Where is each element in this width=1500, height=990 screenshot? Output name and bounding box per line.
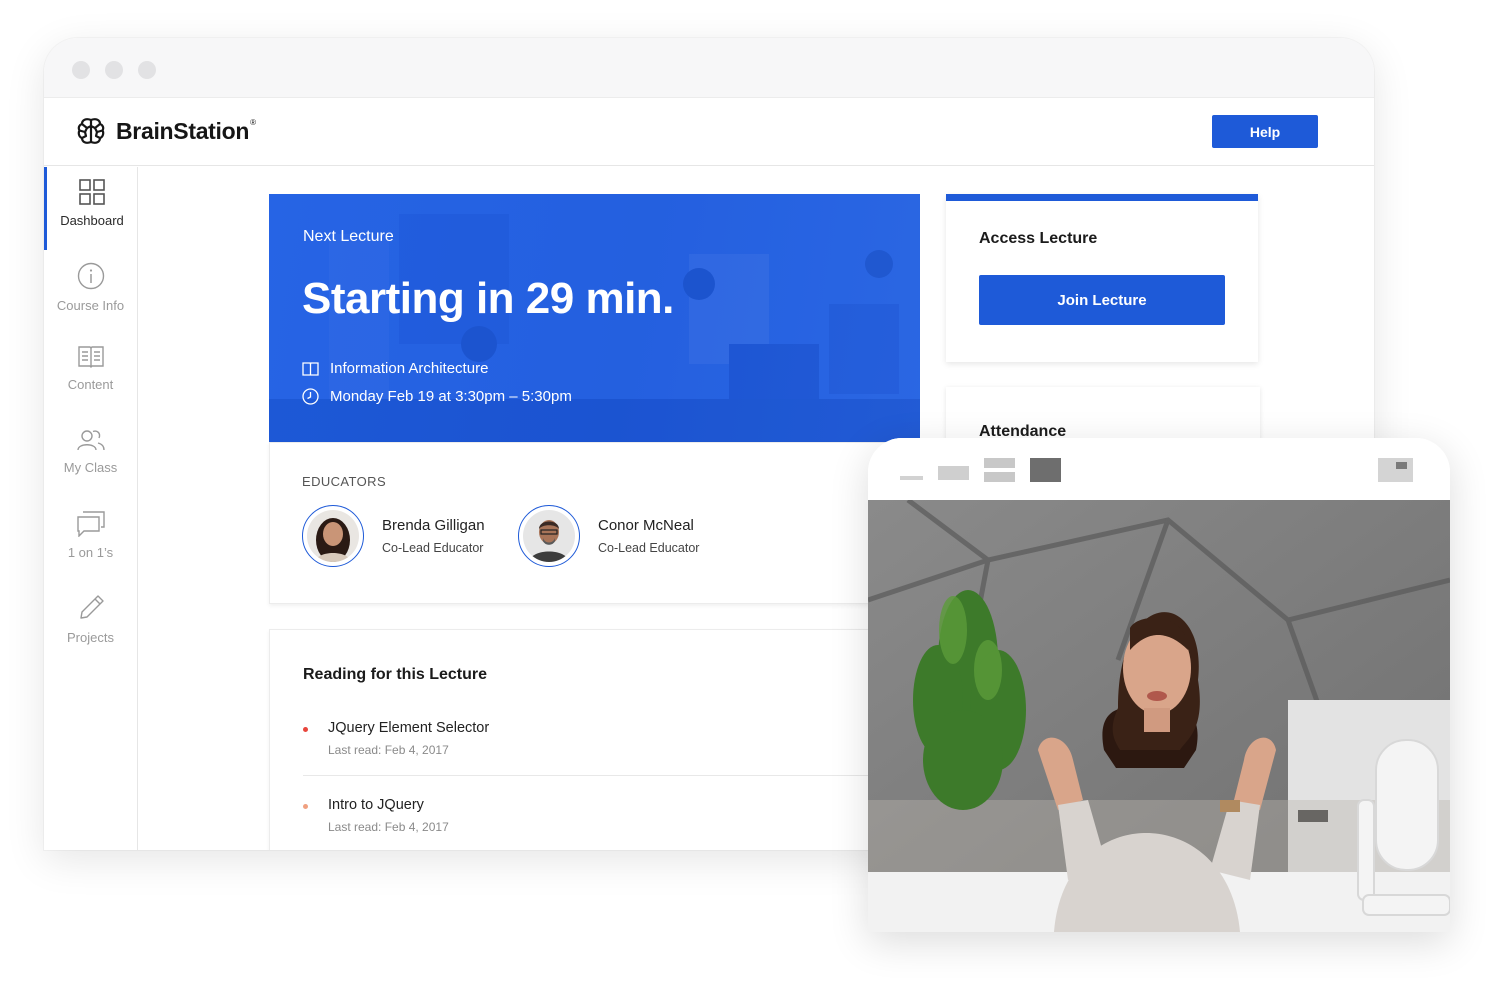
- avatar-ring: [518, 505, 580, 567]
- sidebar-item-label: My Class: [63, 460, 118, 475]
- sidebar-nav: Dashboard Course Info Content My Class 1…: [44, 167, 138, 850]
- avatar: [307, 510, 359, 562]
- sidebar-item-course-info[interactable]: Course Info: [44, 250, 137, 333]
- next-lecture-label: Next Lecture: [303, 228, 394, 245]
- lecture-time-row: Monday Feb 19 at 3:30pm – 5:30pm: [302, 388, 572, 405]
- sidebar-item-label: Content: [67, 377, 114, 392]
- lecture-schedule: Monday Feb 19 at 3:30pm – 5:30pm: [330, 388, 572, 405]
- next-lecture-card: Next Lecture Starting in 29 min. Informa…: [269, 194, 920, 442]
- reading-card: Reading for this Lecture JQuery Element …: [269, 629, 920, 850]
- unread-bullet-icon: [303, 727, 308, 732]
- lecture-course-name: Information Architecture: [330, 360, 489, 377]
- educator-role: Co-Lead Educator: [382, 541, 484, 555]
- clock-icon: [302, 388, 319, 405]
- sidebar-item-projects[interactable]: Projects: [44, 582, 137, 665]
- educator-item[interactable]: Conor McNeal Co-Lead Educator: [518, 505, 699, 567]
- reading-item-meta: Last read: Feb 4, 2017: [328, 820, 449, 834]
- lecture-course-row: Information Architecture: [302, 360, 488, 377]
- video-call-window: [868, 438, 1450, 932]
- brain-logo-icon: [77, 118, 105, 144]
- reading-item-title: JQuery Element Selector: [328, 720, 490, 736]
- small-layout-icon[interactable]: [938, 466, 969, 480]
- book-icon: [302, 361, 319, 376]
- read-bullet-icon: [303, 804, 308, 809]
- access-lecture-card: Access Lecture Join Lecture: [946, 194, 1258, 362]
- sidebar-item-label: Dashboard: [60, 213, 124, 228]
- avatar: [523, 510, 575, 562]
- sidebar-item-content[interactable]: Content: [44, 333, 137, 416]
- brand-logo[interactable]: BrainStation®: [76, 116, 256, 146]
- join-lecture-button[interactable]: Join Lecture: [979, 275, 1225, 325]
- users-icon: [76, 430, 105, 451]
- brand-name: BrainStation®: [116, 117, 256, 144]
- sidebar-item-label: 1 on 1’s: [67, 545, 114, 560]
- window-minimize-dot[interactable]: [105, 61, 123, 79]
- info-icon: [77, 262, 104, 290]
- sidebar-item-label: Projects: [67, 630, 114, 645]
- educator-item[interactable]: Brenda Gilligan Co-Lead Educator: [302, 505, 485, 567]
- sidebar-item-my-class[interactable]: My Class: [44, 416, 137, 499]
- help-button[interactable]: Help: [1212, 115, 1318, 148]
- fullscreen-layout-icon[interactable]: [1030, 458, 1061, 482]
- educators-heading: EDUCATORS: [302, 474, 387, 489]
- pencil-icon: [79, 595, 104, 619]
- educator-role: Co-Lead Educator: [598, 541, 700, 555]
- sidebar-item-label: Course Info: [56, 298, 125, 313]
- reading-heading: Reading for this Lecture: [303, 666, 488, 683]
- grid-icon: [79, 179, 105, 205]
- reading-item[interactable]: Intro to JQuery Last read: Feb 4, 2017: [303, 797, 903, 834]
- chat-icon: [76, 511, 105, 537]
- split-layout-icon[interactable]: [984, 458, 1015, 482]
- picture-in-picture-icon[interactable]: [1378, 458, 1413, 482]
- educators-card: EDUCATORS Brenda Gilligan Co-Lead Educat…: [269, 442, 920, 604]
- window-close-dot[interactable]: [72, 61, 90, 79]
- access-lecture-heading: Access Lecture: [979, 230, 1098, 247]
- divider: [303, 775, 903, 776]
- reading-item[interactable]: JQuery Element Selector Last read: Feb 4…: [303, 720, 903, 757]
- window-maximize-dot[interactable]: [138, 61, 156, 79]
- lecture-countdown: Starting in 29 min.: [302, 274, 674, 323]
- video-toolbar: [868, 438, 1450, 500]
- window-chrome: [44, 38, 1374, 98]
- reading-item-meta: Last read: Feb 4, 2017: [328, 743, 449, 757]
- app-header: BrainStation® Help: [44, 98, 1374, 166]
- reading-item-title: Intro to JQuery: [328, 797, 424, 813]
- sidebar-item-one-on-ones[interactable]: 1 on 1’s: [44, 499, 137, 582]
- video-feed: [868, 500, 1450, 932]
- educator-name: Brenda Gilligan: [382, 517, 485, 534]
- avatar-ring: [302, 505, 364, 567]
- minimize-layout-icon[interactable]: [900, 476, 923, 480]
- book-icon: [77, 346, 104, 368]
- educator-name: Conor McNeal: [598, 517, 694, 534]
- sidebar-item-dashboard[interactable]: Dashboard: [44, 167, 137, 250]
